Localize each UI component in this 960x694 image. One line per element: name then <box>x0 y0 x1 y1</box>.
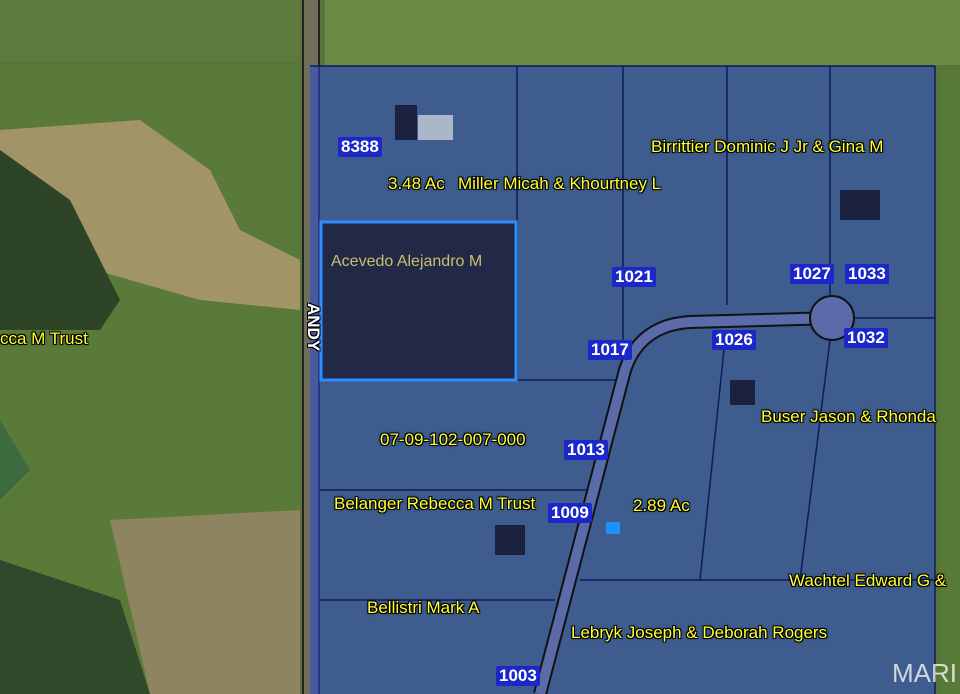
address-1003[interactable]: 1003 <box>496 666 540 686</box>
owner-label-birrittier: Birrittier Dominic J Jr & Gina M <box>651 137 884 156</box>
address-1013[interactable]: 1013 <box>564 440 608 460</box>
address-1009[interactable]: 1009 <box>548 503 592 523</box>
address-1032[interactable]: 1032 <box>844 328 888 348</box>
address-1021[interactable]: 1021 <box>612 267 656 287</box>
address-1027[interactable]: 1027 <box>790 264 834 284</box>
watermark: MARI <box>892 658 957 688</box>
owner-label-buser: Buser Jason & Rhonda <box>761 407 936 426</box>
parcel-id-label: 07-09-102-007-000 <box>380 430 526 449</box>
road-label-andy: ANDY <box>304 303 323 352</box>
owner-label-miller: Miller Micah & Khourtney L <box>458 174 662 193</box>
acreage-label-289: 2.89 Ac <box>633 496 690 515</box>
address-8388[interactable]: 8388 <box>338 137 382 157</box>
address-1026[interactable]: 1026 <box>712 330 756 350</box>
owner-label-lebryk: Lebryk Joseph & Deborah Rogers <box>571 623 828 642</box>
acreage-label-348: 3.48 Ac <box>388 174 445 193</box>
owner-label-belanger: Belanger Rebecca M Trust <box>334 494 536 513</box>
address-1033[interactable]: 1033 <box>845 264 889 284</box>
owner-label-bellistri: Bellistri Mark A <box>367 598 480 617</box>
owner-label-wachtel: Wachtel Edward G & <box>789 571 947 590</box>
selected-parcel-owner[interactable]: Acevedo Alejandro M <box>331 254 482 270</box>
address-1017[interactable]: 1017 <box>588 340 632 360</box>
map-view[interactable]: Acevedo Alejandro M ANDY Birrittier Domi… <box>0 0 960 694</box>
owner-label-trust-west: cca M Trust <box>0 329 88 348</box>
